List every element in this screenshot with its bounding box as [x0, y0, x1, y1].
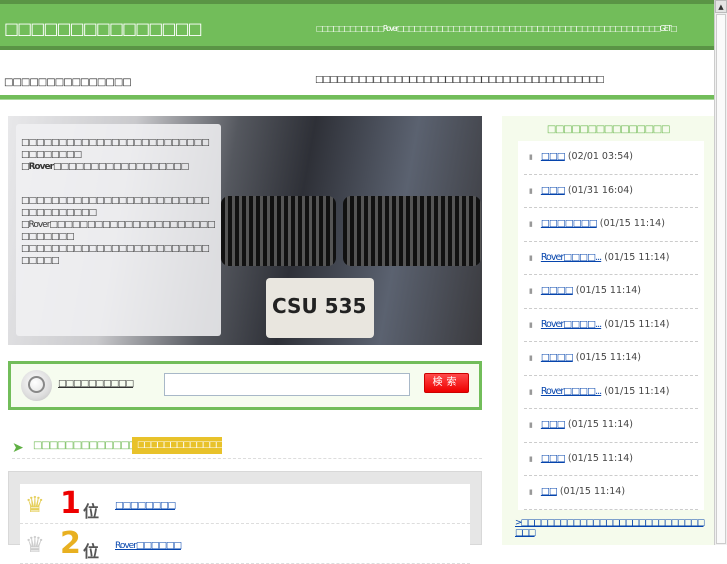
ranking-list: ♛ 1 位 □□□□□□□□ ♛ 2 位 Rover□□□□□□ [8, 471, 482, 564]
bullet-icon: ▮ [529, 253, 533, 262]
rank-number: 2 [60, 526, 81, 561]
sidebar-title: □□□□□□□□□□□□□□□ [546, 124, 671, 135]
bullet-icon: ▮ [529, 387, 533, 396]
recent-post-item: ▮ □□□□□□□ (01/15 11:14) [524, 208, 698, 242]
bullet-icon: ▮ [529, 354, 533, 362]
chevron-right-icon: ➤ [12, 440, 24, 456]
rank-suffix: 位 [83, 502, 100, 521]
recent-post-item: ▮ □□□ (02/01 03:54) [524, 141, 698, 175]
recent-post-item: ▮ Rover□□□□... (01/15 11:14) [524, 242, 698, 275]
recent-post-time: (01/15 11:14) [599, 218, 665, 229]
sidebar: □□□□□□□□□□□□□□□ ▮ □□□ (02/01 03:54) ▮ □□□ (… [502, 116, 714, 545]
recent-post-time: (01/15 11:14) [604, 318, 670, 330]
scrollbar[interactable]: ▲ [714, 0, 727, 545]
hero-line: □□□□□□□□□□□□□□□□□□□□□□□□□□□□□□□□□ [21, 138, 210, 160]
recent-post-link[interactable]: □□□□ [541, 285, 574, 296]
ranking-badge: □□□□□□□□□□□□□ [132, 437, 223, 454]
recent-post-item: ▮ □□□ (01/15 11:14) [524, 409, 698, 443]
ranking-link[interactable]: □□□□□□□□ [115, 501, 415, 511]
recent-post-time: (01/31 16:04) [567, 184, 634, 196]
recent-post-link[interactable]: □□□ [541, 151, 566, 162]
divider [0, 95, 714, 100]
site-description: □□□□□□□□□□□□Rover□□□□□□□□□□□□□□□□□□□□□□□… [316, 24, 677, 33]
site-title[interactable]: □□□□□□□□□□□□□□□ [4, 19, 304, 38]
ranking-item: ♛ 2 位 Rover□□□□□□ [20, 524, 470, 564]
recent-post-time: (01/15 11:14) [575, 285, 641, 296]
recent-post-time: (01/15 11:14) [567, 419, 634, 430]
recent-post-link[interactable]: Rover□□□□... [541, 386, 602, 397]
rank-suffix: 位 [83, 542, 100, 561]
recent-post-link[interactable]: □□□ [541, 453, 566, 464]
silver-crown-icon: ♛ [25, 533, 45, 558]
ranking-link[interactable]: Rover□□□□□□ [115, 541, 415, 551]
bullet-icon: ▮ [529, 186, 533, 195]
recent-post-link[interactable]: □□□ [541, 185, 566, 196]
recent-post-link[interactable]: □□□□ [541, 352, 574, 363]
bullet-icon: ▮ [529, 287, 533, 295]
recent-post-link[interactable]: Rover□□□□... [541, 252, 602, 263]
ranking-header: ➤ □□□□□□□□□□□□□□□ □□□□□□□□□□□□□ [12, 437, 482, 459]
recent-post-item: ▮ □□□□ (01/15 11:14) [524, 342, 698, 376]
site-header: □□□□□□□□□□□□□□□ □□□□□□□□□□□□Rover□□□□□□□… [0, 0, 714, 50]
subheader-right-text: □□□□□□□□□□□□□□□□□□□□□□□□□□□□□□□□□□□□□□□□ [315, 75, 604, 85]
more-link[interactable]: >□□□□□□□□□□□□□□□□□□□□□□□□□□□□□□□ [515, 518, 707, 538]
gold-crown-icon: ♛ [25, 493, 45, 518]
search-input[interactable] [164, 373, 410, 396]
hero-text-box: □□□□□□□□□□□□□□□□□□□□□□□□□□□□□□□□□ □Rover□… [16, 124, 221, 336]
search-button[interactable]: 検索 [424, 373, 469, 393]
hero-paragraph-1: □□□□□□□□□□□□□□□□□□□□□□□□□□□□□□□□□ □Rover□… [21, 137, 216, 173]
search-panel: □□□□□□□□□□ 検索 [8, 361, 482, 410]
bullet-icon: ▮ [529, 220, 533, 228]
bullet-icon: ▮ [529, 454, 533, 463]
subheader-left-text: □□□□□□□□□□□□□□□ [4, 77, 132, 88]
recent-post-item: ▮ Rover□□□□... (01/15 11:14) [524, 309, 698, 342]
recent-post-time: (02/01 03:54) [567, 151, 634, 162]
recent-post-time: (01/15 11:14) [575, 352, 641, 363]
recent-post-item: ▮ □□□□ (01/15 11:14) [524, 275, 698, 309]
recent-post-time: (01/15 11:14) [604, 385, 670, 397]
ranking-title: □□□□□□□□□□□□□□□ [33, 440, 154, 451]
search-label: □□□□□□□□□□ [58, 379, 134, 389]
bullet-icon: ▮ [529, 421, 533, 429]
hero-banner: CSU 535 □□□□□□□□□□□□□□□□□□□□□□□□□□□□□□□□… [8, 116, 482, 345]
magnifier-icon [21, 370, 52, 401]
hero-paragraph-2: □□□□□□□□□□□□□□□□□□□□□□□□□□□□□□□□□□□ □Rove… [21, 195, 216, 267]
recent-post-link[interactable]: Rover□□□□... [541, 319, 602, 330]
car-grille-left [221, 196, 336, 266]
bullet-icon: ▮ [529, 320, 533, 329]
scroll-thumb[interactable] [716, 14, 726, 544]
recent-post-link[interactable]: □□ [541, 486, 558, 497]
recent-post-time: (01/15 11:14) [567, 452, 634, 464]
recent-post-item: ▮ □□□ (01/31 16:04) [524, 175, 698, 208]
bullet-icon: ▮ [529, 153, 533, 161]
recent-post-item: ▮ Rover□□□□... (01/15 11:14) [524, 376, 698, 409]
recent-post-item: ▮ □□□ (01/15 11:14) [524, 443, 698, 476]
recent-post-time: (01/15 11:14) [604, 251, 670, 263]
recent-posts-list: ▮ □□□ (02/01 03:54) ▮ □□□ (01/31 16:04) ▮ □□□… [518, 141, 704, 510]
scroll-up-arrow-icon[interactable]: ▲ [715, 0, 727, 13]
hero-line: □Rover□□□□□□□□□□□□□□□□□□□□□□□□□□□□□ [21, 220, 215, 242]
ranking-item: ♛ 1 位 □□□□□□□□ [20, 484, 470, 524]
rank-number: 1 [60, 486, 81, 521]
bullet-icon: ▮ [529, 488, 533, 496]
recent-post-link[interactable]: □□□□□□□ [541, 218, 598, 229]
license-plate: CSU 535 [266, 278, 374, 338]
recent-post-time: (01/15 11:14) [559, 486, 626, 497]
recent-post-item: ▮ □□ (01/15 11:14) [524, 476, 698, 510]
hero-line: □□□□□□□□□□□□□□□□□□□□□□□□□□□□□□□□□□□ [21, 196, 210, 218]
recent-post-link[interactable]: □□□ [541, 419, 566, 430]
hero-line: □Rover□□□□□□□□□□□□□□□□□□ [21, 162, 189, 172]
car-grille-right [343, 196, 481, 266]
hero-line: □□□□□□□□□□□□□□□□□□□□□□□□□□□□□□ [21, 244, 210, 266]
